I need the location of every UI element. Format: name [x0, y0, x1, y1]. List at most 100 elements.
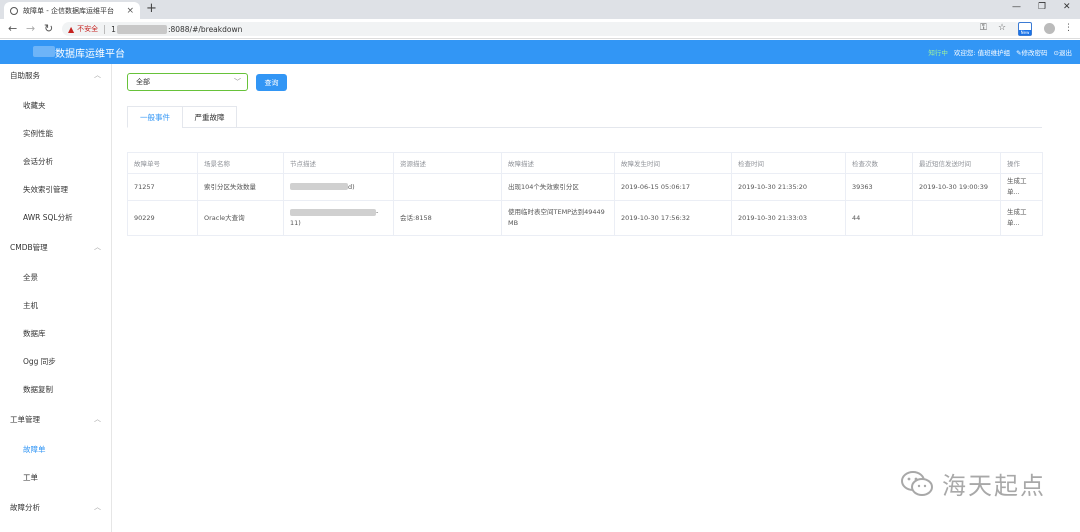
cell-node: - 11): [283, 200, 394, 236]
sidebar-group-self-service[interactable]: 自助服务 ︿: [0, 64, 112, 86]
sidebar-item-work-order[interactable]: 工单: [0, 466, 112, 488]
url-separator: [104, 24, 106, 34]
extension-new-icon[interactable]: New: [1018, 22, 1032, 36]
url-field[interactable]: ▲ 不安全 1 :8088/#/breakdown: [62, 22, 1022, 36]
event-tabs: 一般事件 严重故障: [127, 106, 1042, 128]
tab-critical-faults[interactable]: 严重故障: [182, 106, 237, 128]
column-header: 场景名称: [197, 152, 284, 174]
sidebar-item-session-analysis[interactable]: 会话分析: [0, 150, 112, 172]
sidebar-item-database[interactable]: 数据库: [0, 322, 112, 344]
column-header: 故障单号: [127, 152, 198, 174]
brand-title: 数据库运维平台: [55, 49, 125, 60]
wechat-icon: [901, 470, 933, 496]
redacted-host: [116, 24, 167, 34]
logout-link[interactable]: ⊙退出: [1054, 47, 1072, 57]
watermark-text: 海天起点: [942, 472, 1046, 500]
status-select-value: 全部: [136, 78, 150, 86]
cell-desc: 出现104个失效索引分区: [501, 173, 615, 201]
column-header: 故障描述: [501, 152, 615, 174]
cell-occurred: 2019-10-30 17:56:32: [614, 200, 732, 236]
key-icon[interactable]: ⚿: [980, 23, 987, 33]
back-icon[interactable]: ←: [8, 22, 17, 35]
sidebar-item-instance-perf[interactable]: 实例性能: [0, 122, 112, 144]
globe-icon: [10, 6, 18, 15]
table-row: 71257 索引分区失效数量 d) 出现104个失效索引分区 2019-06-1…: [127, 173, 1043, 201]
cell-scene: Oracle大查询: [197, 200, 284, 236]
chevron-up-icon: ︿: [94, 71, 101, 79]
cell-node-text: 11): [290, 219, 301, 227]
sidebar-item-data-replication[interactable]: 数据复制: [0, 378, 112, 400]
reload-icon[interactable]: ↻: [44, 22, 53, 35]
tab-general-events[interactable]: 一般事件: [127, 106, 183, 128]
cell-node-suffix: -: [376, 208, 379, 216]
new-badge-label: New: [1019, 30, 1031, 35]
column-header: 检查次数: [845, 152, 913, 174]
cell-scene: 索引分区失效数量: [197, 173, 284, 201]
profile-avatar[interactable]: [1044, 23, 1055, 34]
table-row: 90229 Oracle大查询 - 11) 会话:8158 使用临时表空间TEMP…: [127, 200, 1043, 236]
minimize-icon[interactable]: —: [1012, 2, 1021, 12]
redacted-node: [290, 183, 348, 190]
sidebar-item-invalid-index[interactable]: 失效索引管理: [0, 178, 112, 200]
sidebar-group-label: 故障分析: [10, 502, 40, 512]
generate-ticket-link[interactable]: 生成工单...: [1000, 173, 1043, 201]
close-tab-icon[interactable]: ×: [126, 6, 134, 16]
query-button[interactable]: 查询: [256, 74, 287, 91]
cell-count: 39363: [845, 173, 913, 201]
browser-tabstrip: 故障单 - 企信数据库运维平台 × + — ❐ ✕: [0, 0, 1080, 19]
cell-sms: [912, 200, 1001, 236]
fault-table: 故障单号 场景名称 节点描述 资源描述 故障描述 故障发生时间 检查时间 检查次…: [127, 152, 1043, 236]
column-header: 检查时间: [731, 152, 846, 174]
online-status: 知行中: [928, 49, 948, 57]
column-header: 最近短信发送时间: [912, 152, 1001, 174]
sidebar-group-label: CMDB管理: [10, 242, 48, 252]
sidebar-item-favorites[interactable]: 收藏夹: [0, 94, 112, 116]
cell-occurred: 2019-06-15 05:06:17: [614, 173, 732, 201]
status-select[interactable]: 全部 ﹀: [127, 73, 248, 91]
star-icon[interactable]: ☆: [998, 23, 1006, 33]
browser-tab[interactable]: 故障单 - 企信数据库运维平台 ×: [4, 2, 140, 19]
cell-count: 44: [845, 200, 913, 236]
sidebar-group-cmdb[interactable]: CMDB管理 ︿: [0, 236, 112, 258]
cell-sms: 2019-10-30 19:00:39: [912, 173, 1001, 201]
sidebar-item-overview[interactable]: 全景: [0, 266, 112, 288]
url-prefix: 1: [111, 24, 116, 34]
watermark: 海天起点: [900, 466, 1046, 501]
chevron-up-icon: ︿: [94, 503, 101, 511]
insecure-label: 不安全: [77, 25, 99, 33]
column-header: 节点描述: [283, 152, 394, 174]
sidebar-group-label: 工单管理: [10, 414, 40, 424]
generate-ticket-link[interactable]: 生成工单...: [1000, 200, 1043, 236]
sidebar-group-fault-analysis[interactable]: 故障分析 ︿: [0, 496, 112, 518]
change-password-link[interactable]: ✎修改密码: [1016, 47, 1047, 57]
header-user-area: 知行中 欢迎您: 值班维护组 ✎修改密码 ⊙退出: [928, 47, 1072, 57]
sidebar-item-ogg-sync[interactable]: Ogg 同步: [0, 350, 112, 372]
cell-checked: 2019-10-30 21:35:20: [731, 173, 846, 201]
sidebar-item-host[interactable]: 主机: [0, 294, 112, 316]
address-bar: ← → ↻ ▲ 不安全 1 :8088/#/breakdown ⚿ ☆ ⋮: [0, 19, 1080, 39]
new-tab-button[interactable]: +: [146, 2, 157, 16]
close-window-icon[interactable]: ✕: [1063, 2, 1071, 12]
column-header: 资源描述: [393, 152, 502, 174]
sidebar-item-fault-ticket[interactable]: 故障单: [0, 438, 112, 460]
sidebar-group-tickets[interactable]: 工单管理 ︿: [0, 408, 112, 430]
tab-title: 故障单 - 企信数据库运维平台: [23, 6, 114, 15]
warning-icon: ▲: [68, 24, 75, 34]
maximize-icon[interactable]: ❐: [1038, 2, 1046, 12]
chevron-up-icon: ︿: [94, 415, 101, 423]
url-text: :8088/#/breakdown: [167, 24, 243, 34]
redacted-node: [290, 208, 376, 216]
menu-icon[interactable]: ⋮: [1064, 23, 1073, 33]
cell-resource: [393, 173, 502, 201]
cell-checked: 2019-10-30 21:33:03: [731, 200, 846, 236]
redacted-brand: [33, 46, 55, 57]
forward-icon[interactable]: →: [26, 22, 35, 35]
sidebar-item-awr-sql[interactable]: AWR SQL分析: [0, 206, 112, 228]
chevron-down-icon: ﹀: [234, 78, 241, 86]
cell-id: 71257: [127, 173, 198, 201]
cell-node-text: d): [348, 182, 355, 191]
column-header: 故障发生时间: [614, 152, 732, 174]
cell-desc: 使用临时表空间TEMP达到49449 MB: [501, 200, 615, 236]
app-header: 数据库运维平台 知行中 欢迎您: 值班维护组 ✎修改密码 ⊙退出: [0, 40, 1080, 64]
sidebar: 自助服务 ︿ 收藏夹 实例性能 会话分析 失效索引管理 AWR SQL分析 CMD…: [0, 64, 112, 532]
